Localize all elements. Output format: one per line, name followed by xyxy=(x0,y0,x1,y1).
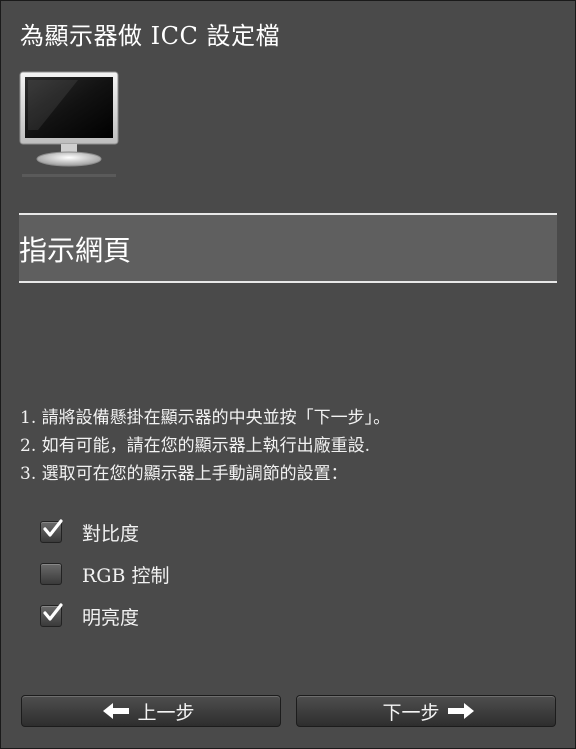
options-list: 對比度 RGB 控制 明亮度 xyxy=(40,511,170,637)
instructions-list: 1. 請將設備懸掛在顯示器的中央並按「下一步」。 2. 如有可能，請在您的顯示器… xyxy=(20,404,560,488)
section-title: 指示網頁 xyxy=(19,234,132,267)
back-button[interactable]: 上一步 xyxy=(21,695,281,727)
monitor-icon xyxy=(18,70,122,186)
back-button-label: 上一步 xyxy=(137,701,195,724)
option-contrast[interactable]: 對比度 xyxy=(40,511,170,553)
brightness-checkbox[interactable] xyxy=(40,603,63,627)
option-label-rgb: RGB 控制 xyxy=(82,564,170,587)
next-button-label: 下一步 xyxy=(382,701,440,724)
option-label-brightness: 明亮度 xyxy=(82,606,140,629)
next-button[interactable]: 下一步 xyxy=(296,695,556,727)
instruction-3: 3. 選取可在您的顯示器上手動調節的設置： xyxy=(20,464,348,484)
arrow-right-icon xyxy=(447,703,474,719)
option-brightness[interactable]: 明亮度 xyxy=(40,595,170,637)
checkmark-icon xyxy=(43,603,63,621)
contrast-checkbox[interactable] xyxy=(40,519,63,543)
option-label-contrast: 對比度 xyxy=(82,522,140,545)
option-rgb[interactable]: RGB 控制 xyxy=(40,553,170,595)
instruction-2: 2. 如有可能，請在您的顯示器上執行出廠重設. xyxy=(20,436,371,456)
checkmark-icon xyxy=(43,519,63,537)
rgb-checkbox[interactable] xyxy=(40,563,62,585)
section-header: 指示網頁 xyxy=(19,213,557,283)
instruction-1: 1. 請將設備懸掛在顯示器的中央並按「下一步」。 xyxy=(20,408,391,428)
arrow-left-icon xyxy=(103,703,130,719)
window-title: 為顯示器做 ICC 設定檔 xyxy=(20,22,280,50)
